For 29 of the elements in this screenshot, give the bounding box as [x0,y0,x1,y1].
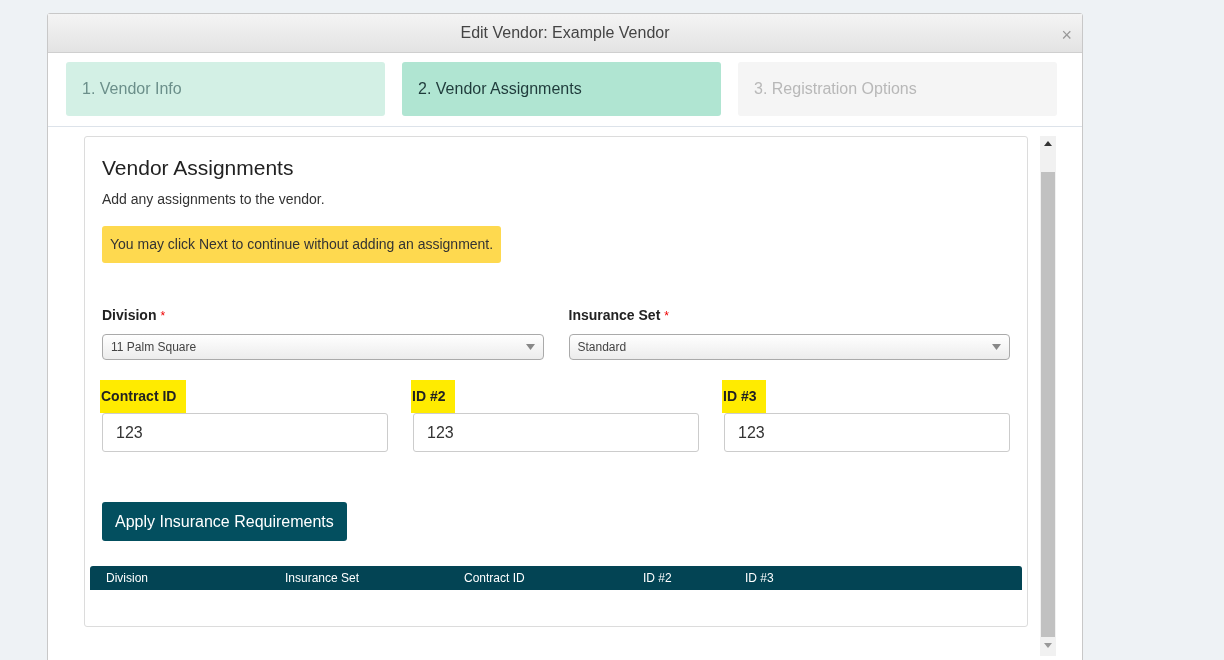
step-tab[interactable]: 2. Vendor Assignments [402,62,721,116]
required-marker: * [664,307,669,325]
text-input[interactable]: 123 [724,413,1010,452]
text-input[interactable]: 123 [413,413,699,452]
scrollbar-thumb[interactable] [1041,172,1055,637]
notice-banner: You may click Next to continue without adding an assignment. [102,226,502,263]
column-header: ID #3 [745,570,775,587]
dropdown-arrow-icon [992,344,1001,350]
scrollbar[interactable] [1040,136,1056,656]
required-marker: * [160,307,166,325]
select-field[interactable]: 11 Palm Square [102,334,544,360]
section-description: Add any assignments to the vendor. [102,190,326,209]
column-header: Contract ID [464,570,526,587]
field-label: ID #2 [411,380,456,413]
field-label: ID #3 [722,380,767,413]
column-header: Division [106,570,149,587]
select-field[interactable]: Standard [568,334,1010,360]
scroll-up-arrow-icon[interactable] [1044,141,1052,146]
field-label: Division [102,306,157,325]
column-header: Insurance Set [285,570,361,587]
column-header: ID #2 [643,570,673,587]
text-input[interactable]: 123 [102,413,388,452]
dialog-title: Edit Vendor: Example Vendor [460,23,670,43]
field-label: Insurance Set [568,306,661,325]
dropdown-arrow-icon [525,344,535,350]
section-heading: Vendor Assignments [102,155,295,181]
field-label: Contract ID [100,380,187,413]
apply-button[interactable]: Apply Insurance Requirements [102,502,347,541]
scroll-down-arrow-icon[interactable] [1044,643,1052,648]
